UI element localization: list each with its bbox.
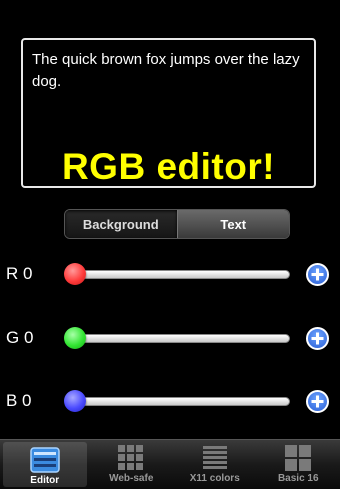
green-slider-track[interactable] — [70, 334, 290, 343]
blue-label: B 0 — [6, 391, 32, 410]
sample-text: The quick brown fox jumps over the lazy … — [32, 51, 300, 90]
tab-label: Editor — [30, 475, 60, 486]
plus-icon — [311, 268, 324, 281]
blue-slider-track[interactable] — [70, 397, 290, 406]
green-label: G 0 — [6, 328, 34, 347]
tab-bar: Editor Web-safe X11 colors Basic 16 — [0, 439, 340, 489]
tab-x11-colors[interactable]: X11 colors — [173, 440, 257, 489]
red-slider-row: R 0 — [0, 260, 340, 290]
green-slider-thumb[interactable] — [64, 327, 86, 349]
grid-icon — [117, 444, 145, 472]
green-slider-row: G 0 — [0, 324, 340, 354]
red-slider-thumb[interactable] — [64, 263, 86, 285]
tab-web-safe[interactable]: Web-safe — [90, 440, 174, 489]
segment-background[interactable]: Background — [65, 210, 177, 238]
red-slider-track[interactable] — [70, 270, 290, 279]
tab-basic-16[interactable]: Basic 16 — [257, 440, 340, 489]
tab-label: Basic 16 — [277, 473, 319, 484]
list-icon — [202, 444, 228, 472]
editor-icon — [30, 446, 60, 474]
red-label: R 0 — [6, 264, 33, 283]
plus-icon — [311, 395, 324, 408]
red-increment-button[interactable] — [306, 263, 329, 286]
plus-icon — [311, 332, 324, 345]
segment-text[interactable]: Text — [176, 210, 289, 238]
target-segmented-control[interactable]: Background Text — [64, 209, 290, 239]
tab-label: X11 colors — [189, 473, 240, 484]
app-title: RGB editor! — [61, 146, 276, 187]
blue-slider-thumb[interactable] — [64, 390, 86, 412]
blue-slider-row: B 0 — [0, 387, 340, 417]
grid-icon — [284, 444, 312, 472]
blue-increment-button[interactable] — [306, 390, 329, 413]
color-preview: The quick brown fox jumps over the lazy … — [21, 38, 316, 188]
green-increment-button[interactable] — [306, 327, 329, 350]
tab-label: Web-safe — [109, 473, 154, 484]
tab-editor[interactable]: Editor — [3, 442, 87, 487]
